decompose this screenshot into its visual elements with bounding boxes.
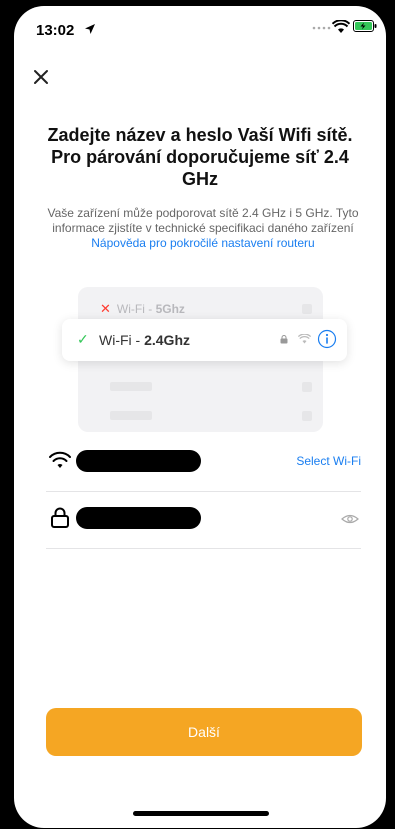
- wifi-24ghz-card: ✓ Wi-Fi - 2.4Ghz: [62, 319, 347, 361]
- placeholder-bar: [110, 382, 152, 391]
- description-body: Vaše zařízení může podporovat sítě 2.4 G…: [47, 206, 359, 235]
- info-icon: [317, 329, 337, 349]
- wifi-5ghz-prefix: Wi-Fi -: [116, 302, 156, 316]
- placeholder-square: [302, 411, 312, 421]
- check-icon: ✓: [77, 331, 89, 347]
- cross-icon: ✕: [100, 301, 111, 316]
- wifi-24ghz-label: Wi-Fi - 2.4Ghz: [99, 332, 190, 348]
- wifi-5ghz-band: 5Ghz: [155, 302, 185, 316]
- next-button[interactable]: Další: [46, 708, 362, 756]
- home-indicator: [133, 811, 269, 816]
- description-text: Vaše zařízení může podporovat sítě 2.4 G…: [44, 206, 362, 251]
- wifi-24ghz-band: 2.4Ghz: [144, 332, 190, 348]
- placeholder-square: [302, 382, 312, 392]
- close-icon[interactable]: [30, 66, 52, 88]
- status-bar: 13:02: [14, 6, 386, 50]
- location-arrow-icon: [85, 24, 95, 34]
- wifi-5ghz-row: ✕ Wi-Fi - 5Ghz: [100, 301, 185, 317]
- phone-screen: 13:02 Zadejte název a heslo Vaší Wifi sí…: [14, 6, 386, 828]
- wifi-password-field[interactable]: [46, 491, 361, 549]
- select-wifi-link[interactable]: Select Wi-Fi: [296, 454, 361, 468]
- placeholder-bar: [110, 411, 152, 420]
- page-title: Zadejte název a heslo Vaší Wifi sítě. Pr…: [47, 125, 353, 189]
- cellular-signal-icon: [312, 26, 331, 30]
- lock-icon: [51, 507, 69, 528]
- wifi-ssid-field[interactable]: Select Wi-Fi: [46, 434, 361, 492]
- lock-small-icon: [280, 335, 288, 344]
- wifi-status-icon: [332, 20, 350, 33]
- wifi-icon: [49, 451, 71, 468]
- wifi-24ghz-prefix: Wi-Fi -: [99, 332, 145, 348]
- ssid-value-redacted: [76, 450, 201, 472]
- wifi-small-icon: [298, 334, 311, 344]
- eye-icon[interactable]: [341, 513, 359, 525]
- password-value-redacted: [76, 507, 201, 529]
- battery-charging-icon: [353, 20, 377, 32]
- placeholder-square: [302, 304, 312, 314]
- advanced-router-help-link[interactable]: Nápověda pro pokročilé nastavení routeru: [91, 236, 314, 250]
- status-time: 13:02: [36, 22, 75, 39]
